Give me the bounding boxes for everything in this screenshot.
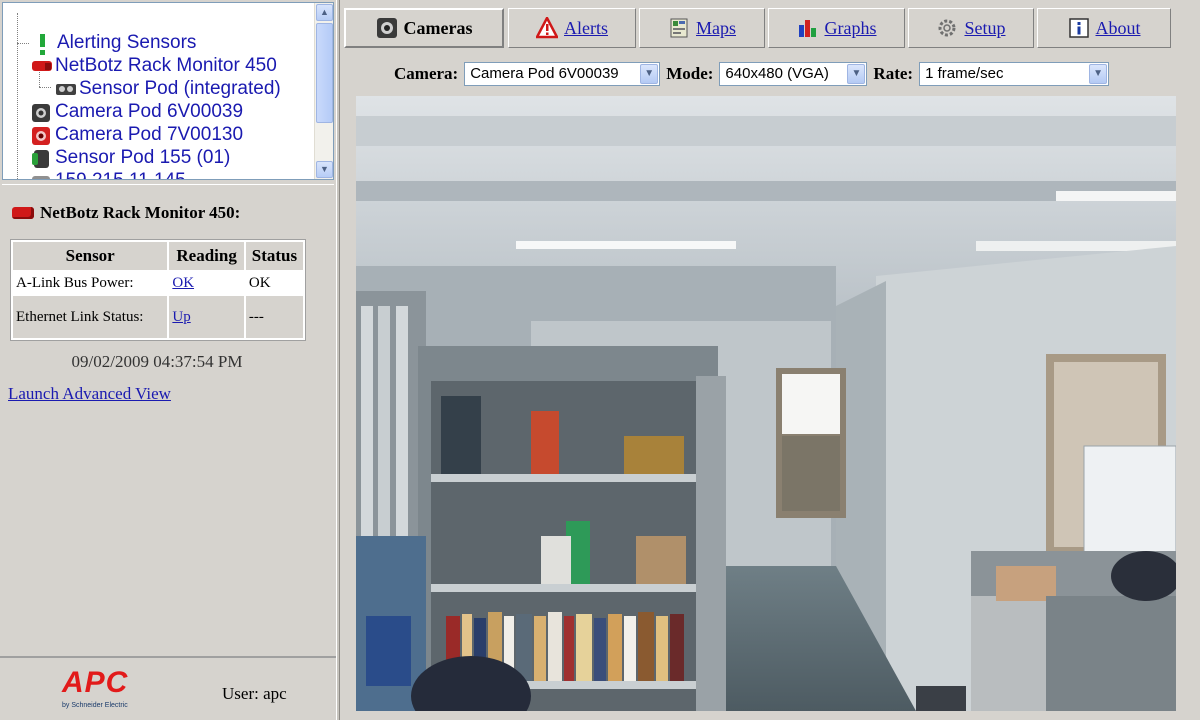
sensor-status: OK <box>245 272 303 294</box>
tree-item-camera-pod-6v00039[interactable]: Camera Pod 6V00039 <box>31 100 243 123</box>
sensor-name: Ethernet Link Status: <box>13 296 168 338</box>
chevron-down-icon[interactable]: ▼ <box>1089 64 1108 84</box>
tree-item-label: Sensor Pod (integrated) <box>79 77 281 99</box>
red-rack-monitor-icon <box>12 207 34 219</box>
tree-item-label: Camera Pod 7V00130 <box>55 123 244 145</box>
green-exclamation-icon <box>33 33 53 55</box>
sensor-pod-icon <box>55 80 76 98</box>
rate-select-label: Rate: <box>873 64 914 83</box>
apc-logo-text: APC <box>62 666 129 699</box>
tree-item-sensor-pod-integrated[interactable]: Sensor Pod (integrated) <box>55 77 281 100</box>
tree-item-label: Alerting Sensors <box>57 31 197 53</box>
rate-select[interactable]: 1 frame/sec ▼ <box>919 62 1110 86</box>
tab-label: Setup <box>964 17 1006 38</box>
camera-select-value: Camera Pod 6V00039 <box>470 65 619 82</box>
tree-item-alerting-sensors[interactable]: Alerting Sensors <box>33 31 197 55</box>
camera-controls: Camera: Camera Pod 6V00039 ▼ Mode: 640x4… <box>394 62 1115 86</box>
info-icon <box>1068 17 1090 39</box>
tree-scrollbar[interactable]: ▲ ▼ <box>314 3 333 179</box>
bar-graph-icon <box>797 17 819 39</box>
column-header-sensor: Sensor <box>13 242 168 270</box>
tab-maps[interactable]: Maps <box>639 8 765 48</box>
scroll-thumb[interactable] <box>316 23 333 123</box>
tree-item-netbotz-rack-monitor[interactable]: NetBotz Rack Monitor 450 <box>31 54 277 77</box>
tree-item-label: Sensor Pod 155 (01) <box>55 146 231 168</box>
table-header-row: Sensor Reading Status <box>13 242 303 270</box>
device-title: NetBotz Rack Monitor 450: <box>12 203 240 223</box>
camera-pod-icon <box>31 103 51 122</box>
apc-logo-subtext: by Schneider Electric <box>62 702 128 709</box>
tab-cameras[interactable]: Cameras <box>344 8 504 48</box>
footer-bar: APC by Schneider Electric User: apc <box>0 656 336 720</box>
device-tree-panel: Alerting Sensors NetBotz Rack Monitor 45… <box>2 2 334 180</box>
tree-item-label: 159.215.11.145 <box>55 170 186 180</box>
camera-select-label: Camera: <box>394 64 459 83</box>
mode-select-label: Mode: <box>666 64 714 83</box>
red-rack-monitor-icon <box>31 57 52 75</box>
network-device-icon <box>31 172 51 179</box>
camera-select[interactable]: Camera Pod 6V00039 ▼ <box>464 62 661 86</box>
sensor-name: A-Link Bus Power: <box>13 272 168 294</box>
sensor-status: --- <box>245 296 303 338</box>
current-user-label: User: apc <box>222 684 287 703</box>
tab-label: Maps <box>696 17 736 38</box>
tree-connector <box>39 87 51 88</box>
tab-alerts[interactable]: Alerts <box>508 8 636 48</box>
tab-label: Alerts <box>564 17 608 38</box>
sensor-pod-green-icon <box>31 149 51 168</box>
camera-icon <box>376 17 398 39</box>
mode-select[interactable]: 640x480 (VGA) ▼ <box>719 62 868 86</box>
sensor-table: Sensor Reading Status A-Link Bus Power: … <box>10 239 306 341</box>
tree-item-network-device[interactable]: 159.215.11.145 <box>31 169 186 179</box>
column-header-status: Status <box>245 242 303 270</box>
tab-label: About <box>1095 17 1141 38</box>
main-tabs: Cameras Alerts Maps Graphs Setup About <box>344 8 1174 48</box>
tab-label: Graphs <box>824 17 877 38</box>
device-detail-panel: NetBotz Rack Monitor 450: Sensor Reading… <box>2 184 334 654</box>
table-row: Ethernet Link Status: Up --- <box>13 296 303 338</box>
map-icon <box>668 17 690 39</box>
tab-about[interactable]: About <box>1037 8 1171 48</box>
tab-setup[interactable]: Setup <box>908 8 1034 48</box>
launch-advanced-view-link[interactable]: Launch Advanced View <box>8 384 171 404</box>
device-title-text: NetBotz Rack Monitor 450: <box>40 203 241 222</box>
sensor-reading-link[interactable]: Up <box>172 309 190 325</box>
scroll-down-button[interactable]: ▼ <box>316 161 333 178</box>
gear-icon <box>936 17 958 39</box>
apc-logo: APC by Schneider Electric <box>62 666 162 716</box>
table-row: A-Link Bus Power: OK OK <box>13 272 303 294</box>
tab-graphs[interactable]: Graphs <box>768 8 905 48</box>
tree-connector <box>17 13 18 179</box>
device-tree: Alerting Sensors NetBotz Rack Monitor 45… <box>3 3 313 179</box>
camera-pod-red-icon <box>31 126 51 145</box>
tree-item-camera-pod-7v00130[interactable]: Camera Pod 7V00130 <box>31 123 243 146</box>
rate-select-value: 1 frame/sec <box>925 65 1004 82</box>
chevron-down-icon[interactable]: ▼ <box>847 64 866 84</box>
chevron-down-icon[interactable]: ▼ <box>640 64 659 84</box>
tree-item-label: NetBotz Rack Monitor 450 <box>55 54 277 76</box>
sensor-reading-link[interactable]: OK <box>172 275 194 291</box>
tree-item-label: Camera Pod 6V00039 <box>55 100 244 122</box>
timestamp: 09/02/2009 04:37:54 PM <box>71 352 243 371</box>
tree-item-sensor-pod-155[interactable]: Sensor Pod 155 (01) <box>31 146 230 169</box>
panel-divider[interactable] <box>336 0 340 720</box>
tree-connector <box>17 43 29 44</box>
tab-label: Cameras <box>403 17 473 38</box>
alert-triangle-icon <box>534 15 560 39</box>
column-header-reading: Reading <box>169 242 244 270</box>
mode-select-value: 640x480 (VGA) <box>725 65 829 82</box>
scroll-up-button[interactable]: ▲ <box>316 4 333 21</box>
camera-image <box>356 96 1176 711</box>
